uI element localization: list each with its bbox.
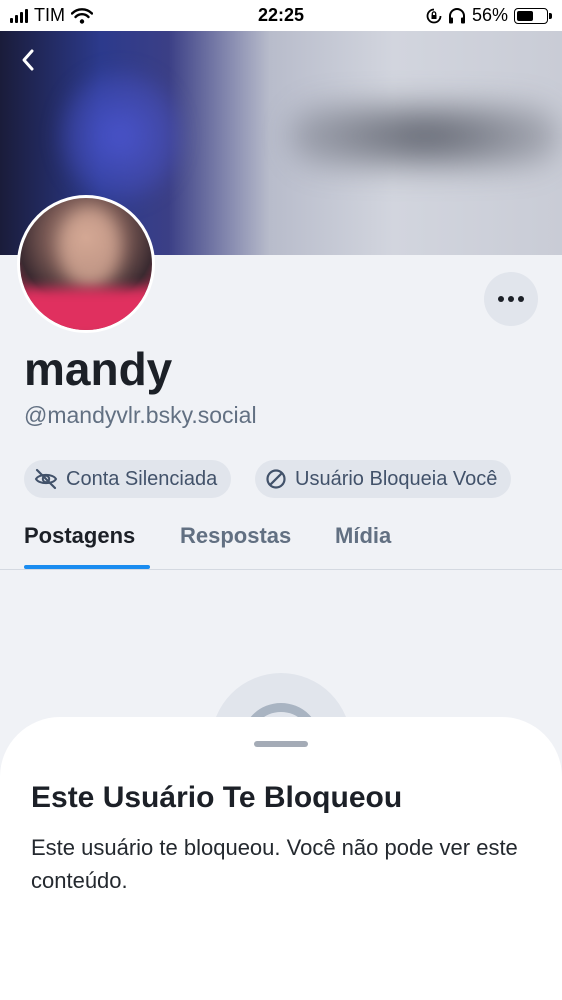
eye-slash-icon [34, 468, 58, 490]
sheet-title: Este Usuário Te Bloqueou [31, 781, 403, 814]
blocked-bottom-sheet: Este Usuário Te Bloqueou Este usuário te… [0, 717, 562, 1000]
blocks-you-label-text: Usuário Bloqueia Você [295, 467, 498, 490]
ellipsis-icon [498, 296, 504, 302]
battery-fill [517, 10, 533, 21]
sheet-drag-handle[interactable] [254, 741, 308, 747]
sheet-body: Este usuário te bloqueou. Você não pode … [31, 835, 518, 893]
blocks-you-label[interactable]: Usuário Bloqueia Você [255, 460, 512, 498]
more-options-button[interactable] [484, 272, 538, 326]
battery-icon [514, 7, 552, 24]
carrier-name: TIM [34, 5, 65, 25]
muted-account-label-text: Conta Silenciada [66, 467, 218, 490]
chevron-left-icon [22, 49, 34, 71]
display-name: mandy [24, 343, 173, 395]
tab-posts[interactable]: Postagens [24, 523, 135, 549]
avatar[interactable] [17, 195, 155, 333]
profile-tabs: Postagens Respostas Mídia [0, 515, 562, 570]
ban-icon [266, 469, 286, 489]
active-tab-indicator [24, 565, 150, 569]
back-button[interactable] [14, 45, 42, 75]
tab-replies[interactable]: Respostas [180, 523, 291, 549]
orientation-lock-icon [426, 8, 442, 23]
profile-handle: @mandyvlr.bsky.social [24, 402, 257, 428]
status-bar: TIM 22:25 56% [0, 0, 562, 31]
muted-account-label[interactable]: Conta Silenciada [24, 460, 232, 498]
status-bar-right: 56% [426, 5, 552, 26]
signal-icon [10, 8, 28, 23]
battery-percent: 56% [471, 5, 508, 25]
wifi-icon [71, 7, 93, 24]
status-bar-left: TIM [10, 5, 93, 26]
tab-media[interactable]: Mídia [335, 523, 391, 549]
headphones-icon [448, 7, 465, 23]
